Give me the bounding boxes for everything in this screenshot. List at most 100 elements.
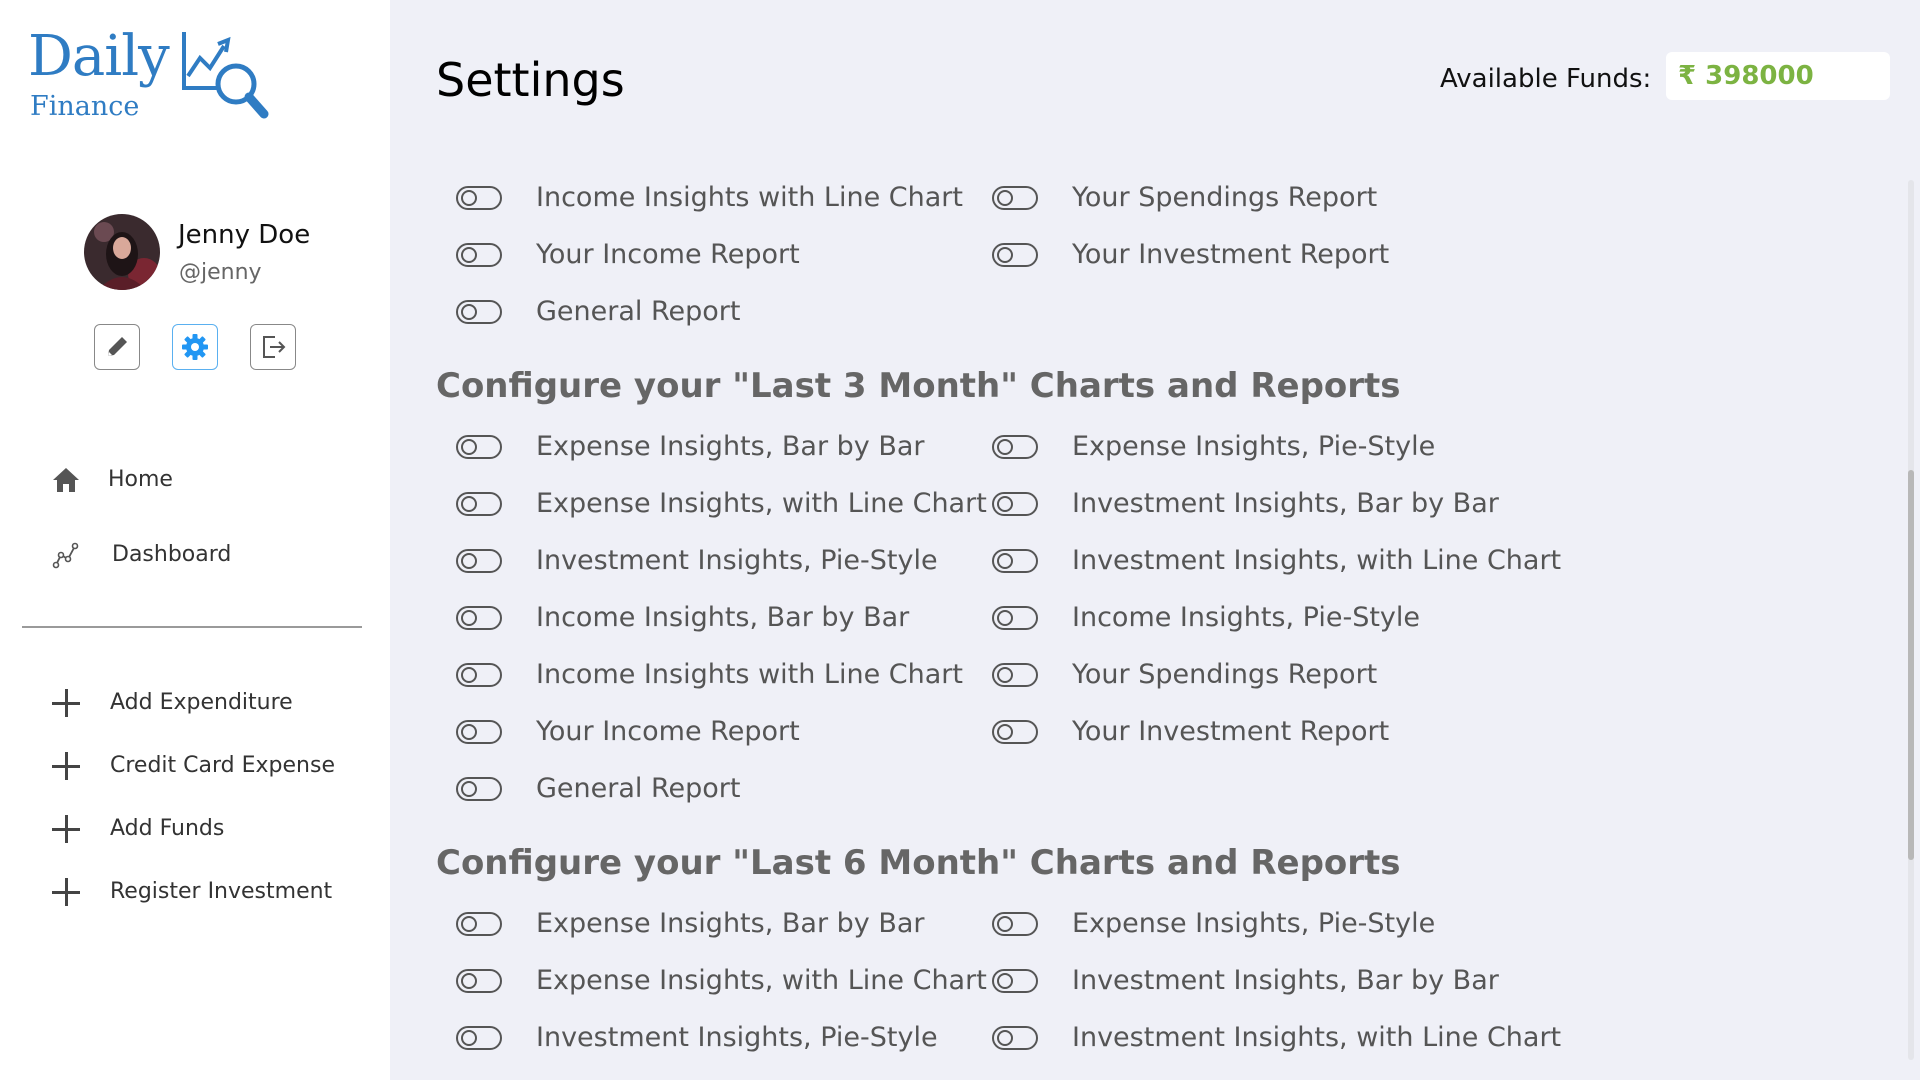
toggle-switch[interactable] [992,720,1038,744]
toggle-label: Income Insights with Line Chart [536,182,963,213]
plus-icon [50,687,82,719]
funds-amount: ₹ 398000 [1678,61,1814,91]
toggle-option[interactable]: Expense Insights, Bar by Bar [456,427,925,467]
app-logo[interactable]: Daily Finance [28,24,278,128]
toggle-label: Your Investment Report [1072,239,1390,270]
toggle-switch[interactable] [456,435,502,459]
toggle-label: Investment Insights, with Line Chart [1072,1022,1562,1053]
add-expenditure-label: Add Expenditure [110,690,293,715]
toggle-option[interactable]: Expense Insights, with Line Chart [456,961,987,1001]
toggle-switch[interactable] [992,912,1038,936]
nav-dashboard-label: Dashboard [112,542,232,567]
toggle-switch[interactable] [456,912,502,936]
toggle-option[interactable]: General Report [456,292,741,332]
toggle-option[interactable]: Expense Insights, with Line Chart [456,484,987,524]
logout-button[interactable] [250,324,296,370]
toggle-label: Your Income Report [536,716,800,747]
toggle-switch[interactable] [992,969,1038,993]
toggle-switch[interactable] [456,606,502,630]
toggle-option[interactable]: Expense Insights, Pie-Style [992,904,1435,944]
toggle-switch[interactable] [992,243,1038,267]
toggle-option[interactable]: Investment Insights, with Line Chart [992,541,1561,581]
toggle-switch[interactable] [456,186,502,210]
add-funds-link[interactable]: Add Funds [50,809,224,849]
toggle-switch[interactable] [992,1026,1038,1050]
toggle-option[interactable]: Income Insights with Line Chart [456,178,963,218]
toggle-option[interactable]: Your Spendings Report [992,655,1377,695]
toggle-switch[interactable] [456,720,502,744]
toggle-switch[interactable] [992,663,1038,687]
credit-card-expense-link[interactable]: Credit Card Expense [50,746,335,786]
toggle-option[interactable]: Investment Insights, Bar by Bar [992,484,1499,524]
user-handle: @jenny [179,260,262,285]
toggle-option[interactable]: Your Investment Report [992,235,1389,275]
logout-icon [263,336,286,358]
credit-card-expense-label: Credit Card Expense [110,753,335,778]
plus-icon [50,813,82,845]
toggle-label: Income Insights with Line Chart [536,659,963,690]
toggle-label: Your Spendings Report [1072,659,1378,690]
available-funds-label: Available Funds: [1440,64,1652,94]
settings-button[interactable] [172,324,218,370]
nav-home[interactable]: Home [50,460,173,500]
toggle-switch[interactable] [992,606,1038,630]
section-title-last-3-month: Configure your "Last 3 Month" Charts and… [436,366,1401,406]
section-title-last-6-month: Configure your "Last 6 Month" Charts and… [436,843,1401,883]
user-name: Jenny Doe [178,220,311,250]
toggle-label: Expense Insights, Bar by Bar [536,908,925,939]
toggle-label: Expense Insights, with Line Chart [536,965,987,996]
toggle-switch[interactable] [992,549,1038,573]
toggle-label: Investment Insights, Bar by Bar [1072,965,1499,996]
edit-icon [108,337,127,356]
toggle-option[interactable]: Income Insights with Line Chart [456,655,963,695]
logo-text: Daily [28,24,170,89]
nav-home-label: Home [108,467,173,492]
toggle-option[interactable]: Income Insights, Pie-Style [992,598,1420,638]
toggle-option[interactable]: Your Income Report [456,235,800,275]
toggle-switch[interactable] [992,186,1038,210]
toggle-option[interactable]: General Report [456,769,741,809]
toggle-option[interactable]: Your Investment Report [992,712,1389,752]
gear-icon [182,334,208,360]
register-investment-link[interactable]: Register Investment [50,872,332,912]
toggle-switch[interactable] [456,1026,502,1050]
toggle-option[interactable]: Investment Insights, with Line Chart [992,1018,1561,1058]
plus-icon [50,876,82,908]
toggle-label: Expense Insights, Pie-Style [1072,908,1436,939]
nav-dashboard[interactable]: Dashboard [50,535,231,575]
toggle-label: Investment Insights, Pie-Style [536,1022,938,1053]
toggle-option[interactable]: Investment Insights, Pie-Style [456,541,938,581]
add-funds-label: Add Funds [110,816,225,841]
edit-profile-button[interactable] [94,324,140,370]
toggle-switch[interactable] [456,777,502,801]
toggle-option[interactable]: Investment Insights, Bar by Bar [992,961,1499,1001]
toggle-option[interactable]: Your Income Report [456,712,800,752]
toggle-switch[interactable] [456,492,502,516]
chart-magnifier-icon [182,32,269,119]
logo-subtext: Finance [30,91,140,122]
toggle-option[interactable]: Investment Insights, Pie-Style [456,1018,938,1058]
sidebar: Daily Finance Jenny Doe @jenny Home Dash… [0,0,390,1080]
toggle-option[interactable]: Expense Insights, Pie-Style [992,427,1435,467]
toggle-switch[interactable] [456,663,502,687]
toggle-option[interactable]: Income Insights, Bar by Bar [456,598,909,638]
toggle-switch[interactable] [456,549,502,573]
scrollbar-thumb[interactable] [1908,470,1914,860]
toggle-switch[interactable] [456,300,502,324]
chart-nodes-icon [50,539,82,571]
toggle-label: Investment Insights, Pie-Style [536,545,938,576]
toggle-option[interactable]: Expense Insights, Bar by Bar [456,904,925,944]
toggle-label: Expense Insights, with Line Chart [536,488,987,519]
sidebar-divider [22,626,362,628]
toggle-switch[interactable] [992,492,1038,516]
add-expenditure-link[interactable]: Add Expenditure [50,683,293,723]
toggle-switch[interactable] [456,243,502,267]
toggle-label: Expense Insights, Bar by Bar [536,431,925,462]
toggle-option[interactable]: Your Spendings Report [992,178,1377,218]
register-investment-label: Register Investment [110,879,333,904]
avatar[interactable] [84,214,160,290]
toggle-label: Expense Insights, Pie-Style [1072,431,1436,462]
toggle-switch[interactable] [992,435,1038,459]
toggle-switch[interactable] [456,969,502,993]
page-title: Settings [436,53,625,107]
